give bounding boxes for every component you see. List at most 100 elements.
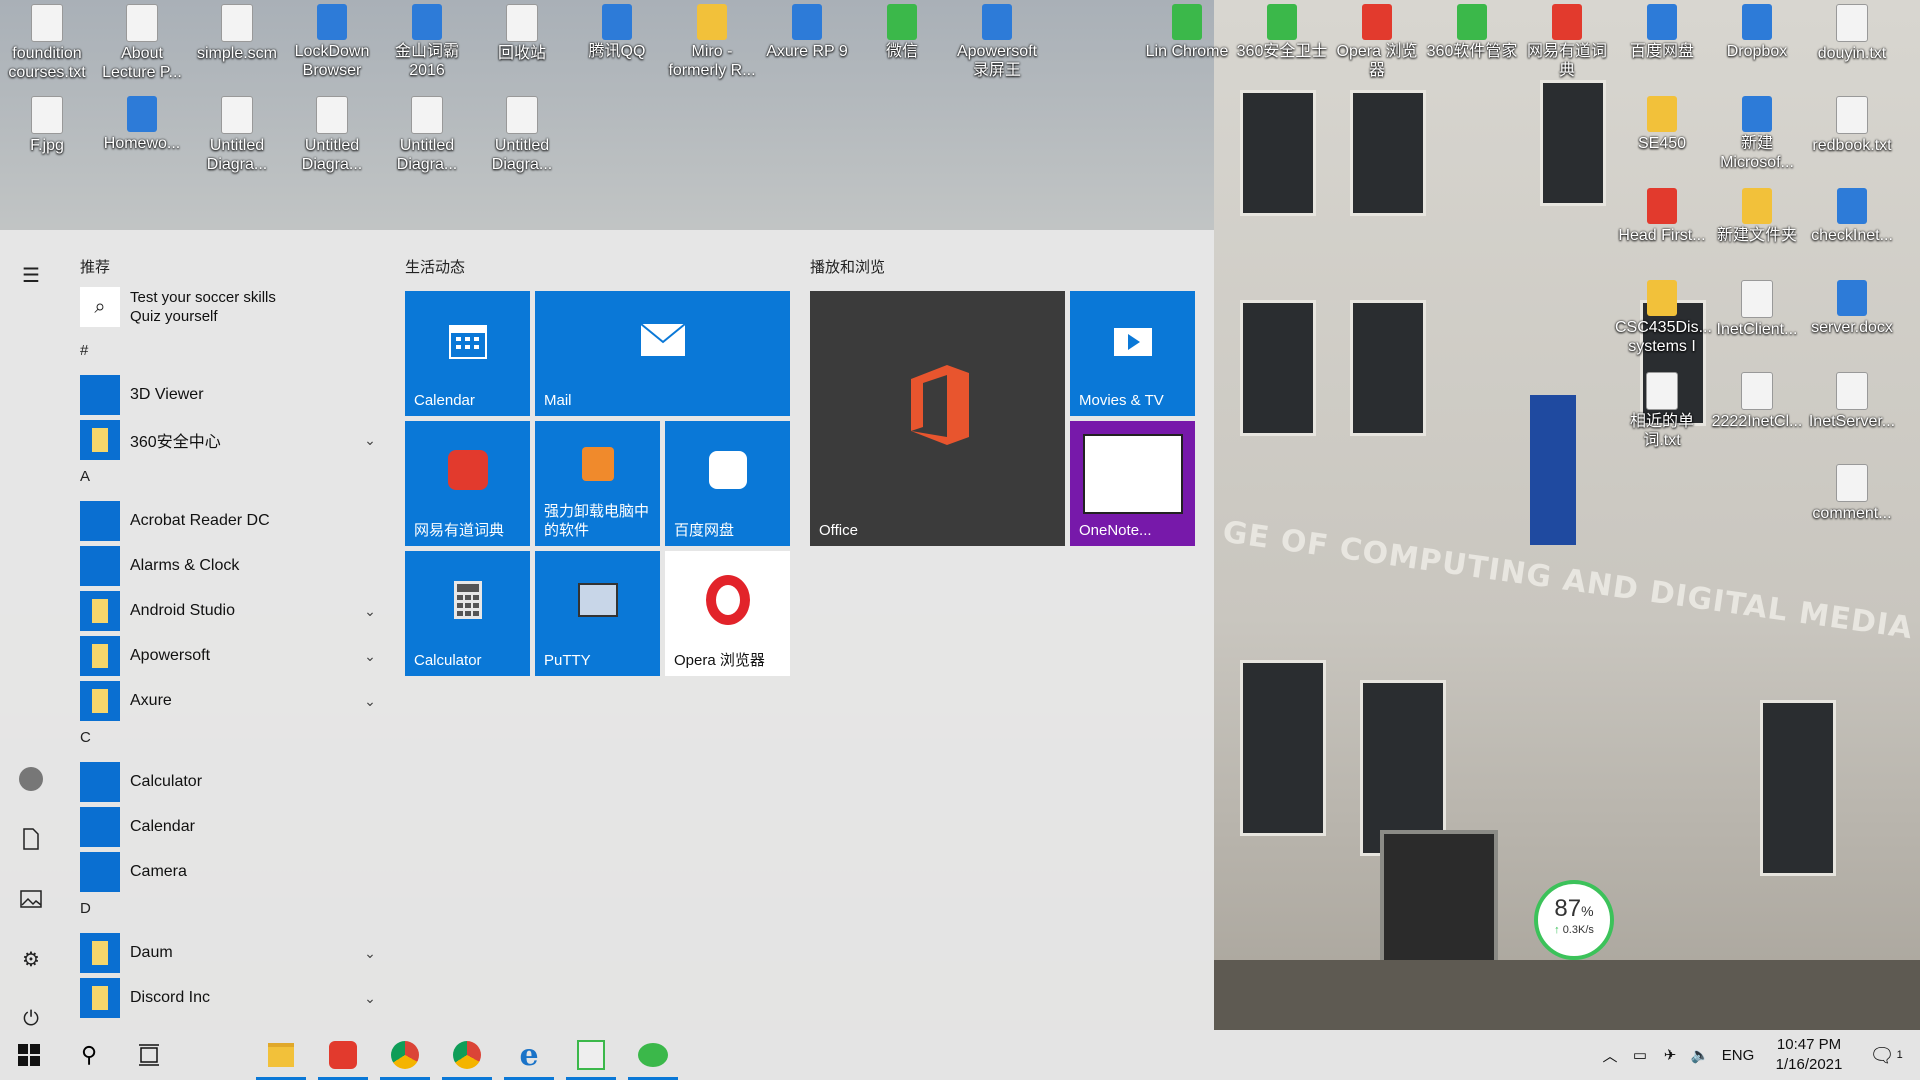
desktop-icon[interactable]: SE450 — [1615, 92, 1709, 153]
app-list-item[interactable]: Calculator — [80, 761, 380, 803]
desktop-icon[interactable]: 新建 Microsof... — [1710, 92, 1804, 172]
desktop-icon[interactable]: Untitled Diagra... — [475, 92, 569, 174]
app-list-item[interactable]: 360安全中心 ⌄ — [80, 419, 380, 461]
tile-youdao[interactable]: 网易有道词典 — [405, 421, 530, 546]
desktop-icon[interactable]: CSC435Dis... systems I — [1615, 276, 1712, 356]
desktop-icon[interactable]: server.docx — [1805, 276, 1899, 337]
task-view-button[interactable] — [120, 1030, 178, 1080]
chevron-down-icon[interactable]: ⌄ — [360, 603, 380, 620]
expand-menu-button[interactable]: ☰ — [12, 256, 50, 294]
desktop-icon[interactable]: InetServer... — [1805, 368, 1899, 431]
chevron-down-icon[interactable]: ⌄ — [360, 693, 380, 710]
account-button[interactable] — [12, 760, 50, 798]
desktop-icon[interactable]: Untitled Diagra... — [285, 92, 379, 174]
chevron-down-icon[interactable]: ⌄ — [360, 945, 380, 962]
desktop-icon[interactable]: Head First... — [1615, 184, 1709, 245]
app-list-item[interactable]: 3D Viewer — [80, 374, 380, 416]
desktop-icon[interactable]: comment... — [1805, 460, 1899, 523]
desktop-icon[interactable]: 相近的单词.txt — [1615, 368, 1709, 450]
tile-baidu-netdisk[interactable]: 百度网盘 — [665, 421, 790, 546]
desktop-icon-label: Untitled Diagra... — [206, 137, 268, 173]
tile-putty[interactable]: PuTTY — [535, 551, 660, 676]
settings-button[interactable]: ⚙ — [12, 940, 50, 978]
desktop-icon[interactable]: douyin.txt — [1805, 0, 1899, 63]
tile-onenote[interactable]: OneNote... — [1070, 421, 1195, 546]
desktop-icon[interactable]: Axure RP 9 — [760, 0, 854, 61]
desktop-icon[interactable]: 新建文件夹 — [1710, 184, 1804, 245]
desktop-icon[interactable]: Apowersoft 录屏王 — [950, 0, 1044, 80]
app-list-item[interactable]: Android Studio ⌄ — [80, 590, 380, 632]
app-list-item[interactable]: Calendar — [80, 806, 380, 848]
desktop-icon[interactable]: LockDown Browser — [285, 0, 379, 80]
taskbar-video-app[interactable] — [562, 1030, 620, 1080]
tile-opera[interactable]: Opera 浏览器 — [665, 551, 790, 676]
desktop-icon[interactable]: 2222InetCl... — [1710, 368, 1804, 431]
desktop-icon[interactable]: 回收站 — [475, 0, 569, 63]
group-heading-life: 生活动态 — [405, 259, 466, 276]
desktop-icon[interactable]: 网易有道词典 — [1520, 0, 1614, 80]
network-button[interactable]: ✈ — [1656, 1030, 1684, 1080]
section-letter[interactable]: A — [80, 468, 90, 485]
volume-button[interactable]: 🔈 — [1686, 1030, 1714, 1080]
desktop-icon[interactable]: 微信 — [855, 0, 949, 61]
suggestion-item[interactable]: ⌕ Test your soccer skills Quiz yourself — [80, 284, 380, 330]
desktop-icon[interactable]: Lin Chrome — [1140, 0, 1234, 61]
desktop-icon[interactable]: 腾讯QQ — [570, 0, 664, 61]
taskbar-wechat[interactable] — [624, 1030, 682, 1080]
search-button[interactable]: ⚲ — [60, 1030, 118, 1080]
tile-movies-tv[interactable]: Movies & TV — [1070, 291, 1195, 416]
desktop-icon[interactable]: checkInet... — [1805, 184, 1899, 245]
desktop-icon[interactable]: simple.scm — [190, 0, 284, 63]
desktop-icon[interactable]: Dropbox — [1710, 0, 1804, 61]
pictures-button[interactable] — [12, 880, 50, 918]
taskbar-chrome-profile[interactable] — [438, 1030, 496, 1080]
desktop-icon[interactable]: 百度网盘 — [1615, 0, 1709, 61]
desktop-icon[interactable]: F.jpg — [0, 92, 94, 155]
desktop-icon[interactable]: Homewo... — [95, 92, 189, 153]
app-icon — [792, 4, 822, 40]
desktop-icon[interactable]: 360安全卫士 — [1235, 0, 1329, 61]
desktop-icon[interactable]: 金山词霸 2016 — [380, 0, 474, 80]
tile-office[interactable]: Office — [810, 291, 1065, 546]
taskbar-youdao[interactable] — [314, 1030, 372, 1080]
desktop-icon[interactable]: Untitled Diagra... — [380, 92, 474, 174]
taskbar-edge[interactable]: e — [500, 1030, 558, 1080]
app-list-item[interactable]: Camera — [80, 851, 380, 893]
section-letter[interactable]: C — [80, 729, 91, 746]
desktop-icon[interactable]: Miro - formerly R... — [665, 0, 759, 80]
documents-button[interactable] — [12, 820, 50, 858]
show-hidden-icons-button[interactable]: ︿ — [1596, 1030, 1624, 1080]
desktop-icon[interactable]: Untitled Diagra... — [190, 92, 284, 174]
clock[interactable]: 10:47 PM 1/16/2021 — [1766, 1030, 1852, 1080]
input-language-button[interactable]: ENG — [1718, 1030, 1758, 1080]
start-button[interactable] — [0, 1030, 58, 1080]
app-list-label: Android Studio — [130, 602, 235, 619]
chevron-down-icon[interactable]: ⌄ — [360, 648, 380, 665]
taskbar-file-explorer[interactable] — [252, 1030, 310, 1080]
app-list-item[interactable]: Alarms & Clock — [80, 545, 380, 587]
desktop-icon[interactable]: About Lecture P... — [95, 0, 189, 82]
app-list-item[interactable]: Discord Inc ⌄ — [80, 977, 380, 1019]
network-speed-gauge[interactable]: 87% ↑ 0.3K/s — [1534, 880, 1614, 960]
app-list-item[interactable]: Daum ⌄ — [80, 932, 380, 974]
desktop-icon[interactable]: InetClient... — [1710, 276, 1804, 339]
section-letter[interactable]: D — [80, 900, 91, 917]
app-list-item[interactable]: Apowersoft ⌄ — [80, 635, 380, 677]
file-icon — [31, 96, 63, 134]
app-list-item[interactable]: Acrobat Reader DC — [80, 500, 380, 542]
tile-mail[interactable]: Mail — [535, 291, 790, 416]
tile-uninstaller[interactable]: 强力卸载电脑中的软件 — [535, 421, 660, 546]
tile-calendar[interactable]: Calendar — [405, 291, 530, 416]
section-letter[interactable]: # — [80, 342, 88, 359]
desktop-icon[interactable]: 360软件管家 — [1425, 0, 1519, 61]
battery-button[interactable]: ▭ — [1626, 1030, 1654, 1080]
tile-calculator[interactable]: Calculator — [405, 551, 530, 676]
desktop-icon[interactable]: foundition courses.txt — [0, 0, 94, 82]
chevron-down-icon[interactable]: ⌄ — [360, 990, 380, 1007]
desktop-icon[interactable]: redbook.txt — [1805, 92, 1899, 155]
chevron-down-icon[interactable]: ⌄ — [360, 432, 380, 449]
action-center-button[interactable]: 🗨 1 — [1862, 1030, 1910, 1080]
app-list-item[interactable]: Axure ⌄ — [80, 680, 380, 722]
taskbar-chrome[interactable] — [376, 1030, 434, 1080]
desktop-icon[interactable]: Opera 浏览器 — [1330, 0, 1424, 80]
